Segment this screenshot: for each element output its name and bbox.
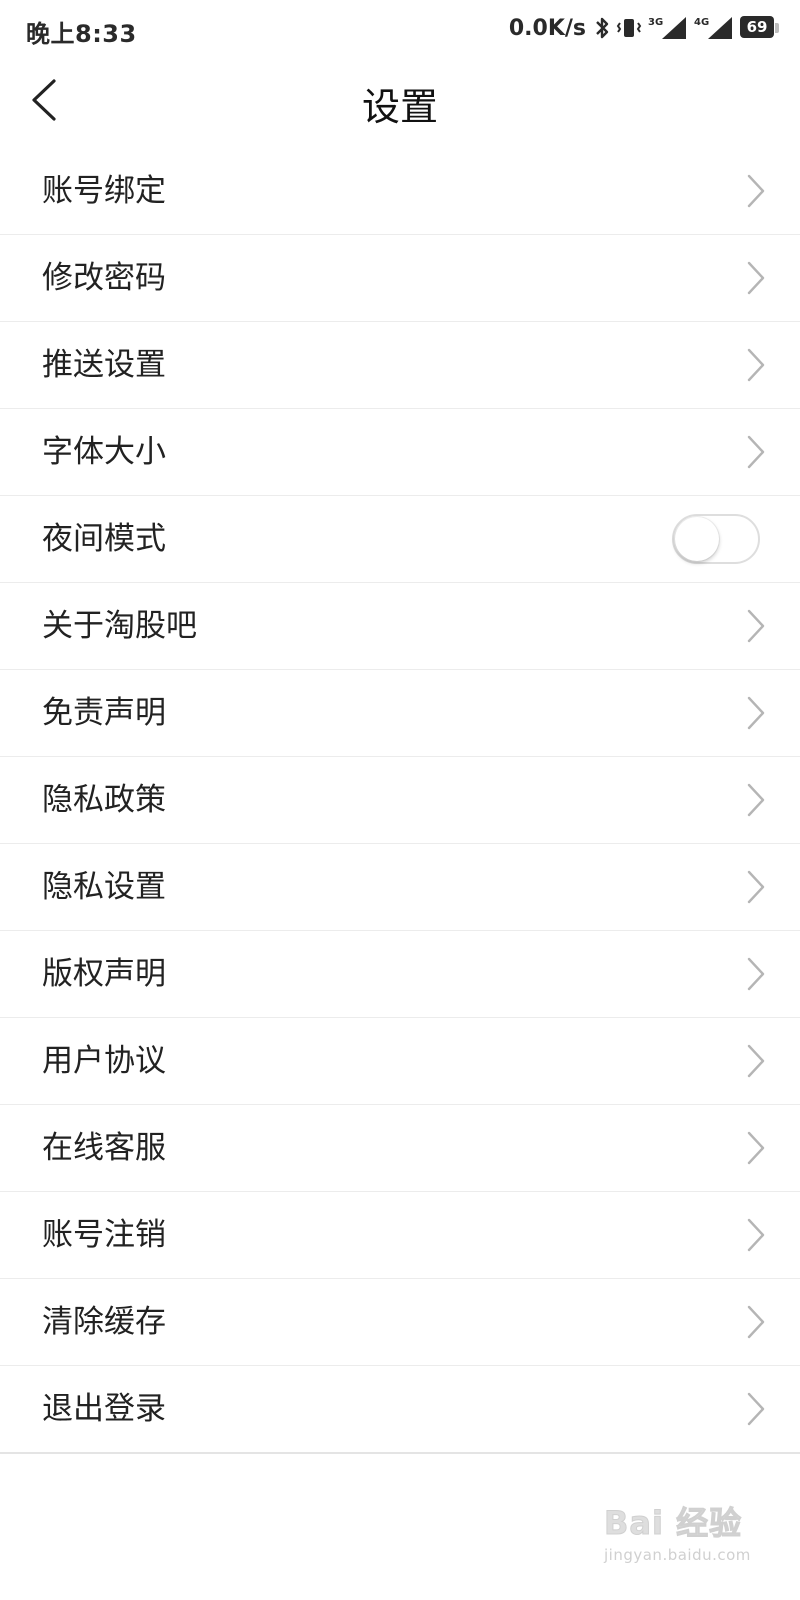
network-speed: 0.0K/s bbox=[508, 15, 586, 41]
settings-item-online-service[interactable]: 在线客服 bbox=[0, 1105, 800, 1192]
status-bar: 晚上8:33 0.0K/s 3G 4G 69 bbox=[0, 0, 800, 56]
chevron-right-icon bbox=[747, 1044, 765, 1078]
status-time: 晚上8:33 bbox=[26, 20, 137, 48]
vibrate-icon bbox=[616, 16, 642, 40]
settings-item-font-size[interactable]: 字体大小 bbox=[0, 409, 800, 496]
settings-item-label: 版权声明 bbox=[42, 956, 166, 992]
nav-bar: 设置 bbox=[0, 56, 800, 144]
settings-item-label: 清除缓存 bbox=[42, 1304, 166, 1340]
signal-3g-label: 3G bbox=[648, 17, 663, 28]
settings-item-privacy-policy[interactable]: 隐私政策 bbox=[0, 757, 800, 844]
settings-item-label: 免责声明 bbox=[42, 695, 166, 731]
chevron-right-icon bbox=[747, 174, 765, 208]
chevron-right-icon bbox=[747, 957, 765, 991]
settings-item-account-deletion[interactable]: 账号注销 bbox=[0, 1192, 800, 1279]
settings-item-label: 夜间模式 bbox=[42, 521, 166, 557]
battery-level: 69 bbox=[740, 16, 774, 38]
chevron-right-icon bbox=[747, 1131, 765, 1165]
settings-item-label: 账号绑定 bbox=[42, 173, 166, 209]
chevron-right-icon bbox=[747, 261, 765, 295]
settings-item-copyright[interactable]: 版权声明 bbox=[0, 931, 800, 1018]
signal-4g-icon: 4G bbox=[694, 15, 734, 41]
settings-item-user-agreement[interactable]: 用户协议 bbox=[0, 1018, 800, 1105]
watermark: Bai 经验 jingyan.baidu.com bbox=[604, 1498, 764, 1568]
settings-item-privacy-settings[interactable]: 隐私设置 bbox=[0, 844, 800, 931]
chevron-right-icon bbox=[747, 348, 765, 382]
settings-item-label: 关于淘股吧 bbox=[42, 608, 197, 644]
settings-item-label: 修改密码 bbox=[42, 260, 166, 296]
settings-item-label: 推送设置 bbox=[42, 347, 166, 383]
battery-icon: 69 bbox=[740, 16, 780, 40]
settings-item-label: 在线客服 bbox=[42, 1130, 166, 1166]
settings-item-label: 账号注销 bbox=[42, 1217, 166, 1253]
settings-item-push-settings[interactable]: 推送设置 bbox=[0, 322, 800, 409]
signal-3g-icon: 3G bbox=[648, 15, 688, 41]
settings-item-label: 隐私设置 bbox=[42, 869, 166, 905]
settings-list: 账号绑定修改密码推送设置字体大小夜间模式关于淘股吧免责声明隐私政策隐私设置版权声… bbox=[0, 148, 800, 1454]
settings-item-label: 字体大小 bbox=[42, 434, 166, 470]
chevron-right-icon bbox=[747, 783, 765, 817]
settings-item-night-mode[interactable]: 夜间模式 bbox=[0, 496, 800, 583]
chevron-right-icon bbox=[747, 1305, 765, 1339]
settings-item-label: 隐私政策 bbox=[42, 782, 166, 818]
chevron-right-icon bbox=[747, 609, 765, 643]
settings-item-account-binding[interactable]: 账号绑定 bbox=[0, 148, 800, 235]
chevron-right-icon bbox=[747, 435, 765, 469]
status-icons: 0.0K/s 3G 4G 69 bbox=[509, 14, 780, 42]
chevron-right-icon bbox=[747, 1392, 765, 1426]
bluetooth-icon bbox=[594, 16, 610, 40]
settings-item-clear-cache[interactable]: 清除缓存 bbox=[0, 1279, 800, 1366]
settings-item-label: 退出登录 bbox=[42, 1391, 166, 1427]
chevron-right-icon bbox=[747, 1218, 765, 1252]
settings-item-about[interactable]: 关于淘股吧 bbox=[0, 583, 800, 670]
settings-item-disclaimer[interactable]: 免责声明 bbox=[0, 670, 800, 757]
night-mode-toggle[interactable] bbox=[672, 514, 760, 564]
watermark-url: jingyan.baidu.com bbox=[604, 1546, 751, 1564]
settings-item-change-password[interactable]: 修改密码 bbox=[0, 235, 800, 322]
chevron-right-icon bbox=[747, 870, 765, 904]
toggle-knob bbox=[675, 517, 719, 561]
watermark-logo: Bai 经验 bbox=[604, 1504, 743, 1543]
settings-item-label: 用户协议 bbox=[42, 1043, 166, 1079]
signal-4g-label: 4G bbox=[694, 17, 709, 28]
page-title: 设置 bbox=[361, 85, 438, 129]
settings-item-logout[interactable]: 退出登录 bbox=[0, 1366, 800, 1452]
chevron-right-icon bbox=[747, 696, 765, 730]
